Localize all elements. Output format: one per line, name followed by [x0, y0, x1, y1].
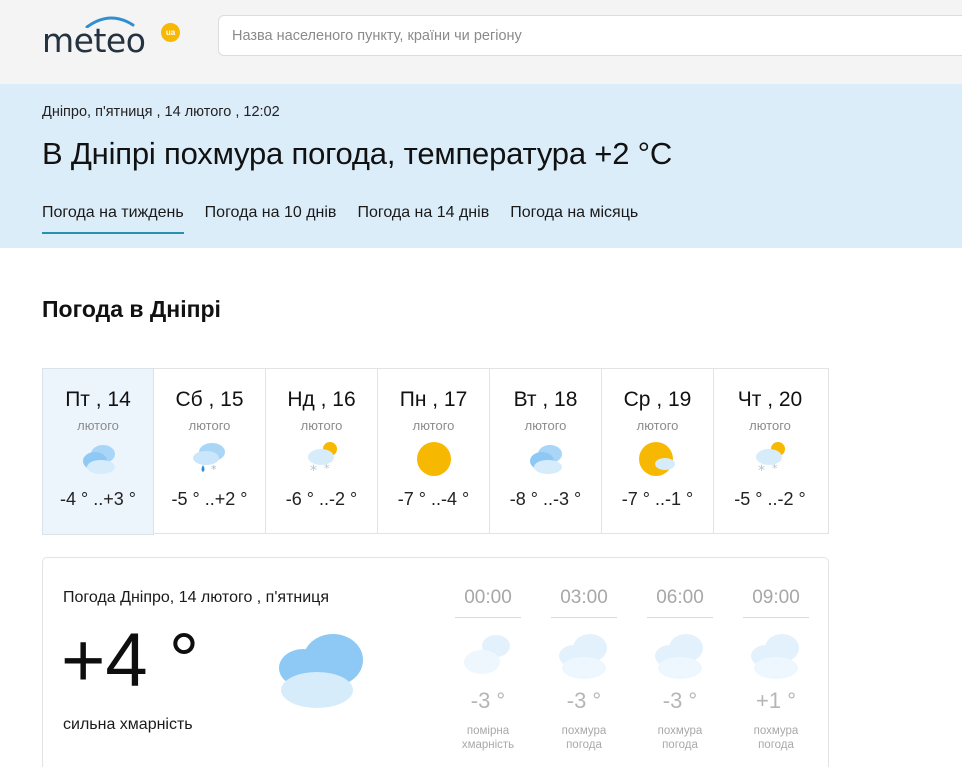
- day-month: лютого: [300, 418, 343, 433]
- hour-desc: похмура погода: [753, 725, 799, 751]
- tab-month[interactable]: Погода на місяць: [510, 204, 638, 234]
- day-card-thu[interactable]: Чт , 20 лютого * * -5 ° ..-2 °: [714, 369, 826, 533]
- day-month: лютого: [749, 418, 791, 433]
- day-detail-card: Погода Дніпро, 14 лютого , п'ятниця +4 °…: [42, 557, 829, 767]
- location-datetime: Дніпро, п'ятниця , 14 лютого , 12:02: [42, 104, 280, 120]
- sun-icon: [417, 442, 451, 476]
- tab-10-days[interactable]: Погода на 10 днів: [205, 204, 337, 234]
- hour-time: 09:00: [743, 586, 809, 618]
- hour-desc: помірна хмарність: [461, 725, 515, 751]
- overcast-icon: [279, 634, 363, 708]
- hour-time: 06:00: [647, 586, 713, 618]
- hour-temp: +1 °: [756, 688, 796, 713]
- tab-14-days[interactable]: Погода на 14 днів: [357, 204, 489, 234]
- day-card-sat[interactable]: Сб , 15 лютого * -5 ° ..+2 °: [154, 369, 266, 533]
- day-card-sun[interactable]: Нд , 16 лютого * * -6 ° ..-2 °: [266, 369, 378, 533]
- day-month: лютого: [412, 418, 455, 433]
- detail-title: Погода Дніпро, 14 лютого , п'ятниця: [63, 589, 329, 606]
- site-header: meteo ua: [0, 0, 962, 84]
- page-title: В Дніпрі похмура погода, температура +2 …: [42, 136, 673, 171]
- hour-temp: -3 °: [662, 688, 698, 713]
- forecast-tabs: Погода на тиждень Погода на 10 днів Пого…: [42, 204, 659, 234]
- day-card-wed[interactable]: Ср , 19 лютого -7 ° ..-1 °: [602, 369, 714, 533]
- day-name: Вт , 18: [513, 388, 578, 411]
- week-forecast: Пт , 14 лютого -4 ° ..+3 ° Сб , 15 лютог…: [42, 368, 829, 535]
- overcast-icon: [655, 634, 703, 679]
- partly-cloudy-snow-icon: * *: [308, 442, 337, 479]
- logo-text: meteo: [42, 21, 146, 60]
- day-name: Пн , 17: [399, 388, 468, 411]
- day-name: Нд , 16: [287, 388, 356, 411]
- cloudy-icon: [530, 445, 562, 474]
- meteo-logo[interactable]: meteo ua: [42, 14, 182, 64]
- day-name: Пт , 14: [65, 388, 131, 411]
- hour-time: 00:00: [455, 586, 521, 618]
- day-temp: -4 ° ..+3 °: [60, 489, 136, 509]
- day-card-tue[interactable]: Вт , 18 лютого -8 ° ..-3 °: [490, 369, 602, 533]
- day-name: Сб , 15: [175, 388, 244, 411]
- day-temp: -5 ° ..-2 °: [734, 489, 806, 509]
- day-name: Ср , 19: [623, 388, 692, 411]
- hour-desc: похмура погода: [657, 725, 703, 751]
- day-temp: -7 ° ..-4 °: [397, 489, 470, 509]
- hero-section: Дніпро, п'ятниця , 14 лютого , 12:02 В Д…: [0, 84, 962, 248]
- day-card-fri[interactable]: Пт , 14 лютого -4 ° ..+3 °: [42, 368, 154, 535]
- hour-slot-0000: 00:00 -3 ° помірна хмарність: [455, 586, 521, 752]
- hour-temp: -3 °: [566, 688, 602, 713]
- hour-time: 03:00: [551, 586, 617, 618]
- svg-text:*: *: [310, 463, 317, 479]
- section-title: Погода в Дніпрі: [42, 296, 221, 322]
- hour-desc: похмура погода: [561, 725, 607, 751]
- rain-snow-icon: *: [193, 443, 225, 476]
- condition-text: сильна хмарність: [63, 716, 193, 733]
- svg-text:*: *: [772, 462, 778, 475]
- svg-text:*: *: [211, 463, 217, 476]
- logo-badge: ua: [161, 23, 180, 42]
- hour-slot-0300: 03:00 -3 ° похмура погода: [551, 586, 617, 752]
- day-temp: -5 ° ..+2 °: [171, 489, 248, 509]
- day-month: лютого: [77, 418, 119, 433]
- hour-slot-0900: 09:00 +1 ° похмура погода: [743, 586, 809, 752]
- partly-cloudy-snow-icon: * *: [756, 442, 785, 479]
- hour-temp: -3 °: [470, 688, 506, 713]
- hour-slot-0600: 06:00 -3 ° похмура погода: [647, 586, 713, 752]
- cloudy-icon: [83, 445, 115, 474]
- day-temp: -8 ° ..-3 °: [509, 489, 582, 509]
- search-input[interactable]: [218, 15, 962, 56]
- current-temp: +4 °: [61, 618, 200, 703]
- day-temp: -7 ° ..-1 °: [621, 489, 694, 509]
- overcast-icon: [751, 634, 799, 679]
- svg-text:*: *: [324, 462, 330, 475]
- partly-cloudy-icon: [464, 635, 510, 674]
- day-temp: -6 ° ..-2 °: [285, 489, 358, 509]
- sun-cloud-icon: [639, 442, 675, 476]
- overcast-icon: [559, 634, 607, 679]
- day-month: лютого: [188, 418, 231, 433]
- day-name: Чт , 20: [737, 388, 803, 411]
- day-month: лютого: [636, 418, 679, 433]
- day-month: лютого: [524, 418, 567, 433]
- tab-week[interactable]: Погода на тиждень: [42, 204, 184, 234]
- svg-text:*: *: [758, 463, 765, 479]
- day-card-mon[interactable]: Пн , 17 лютого -7 ° ..-4 °: [378, 369, 490, 533]
